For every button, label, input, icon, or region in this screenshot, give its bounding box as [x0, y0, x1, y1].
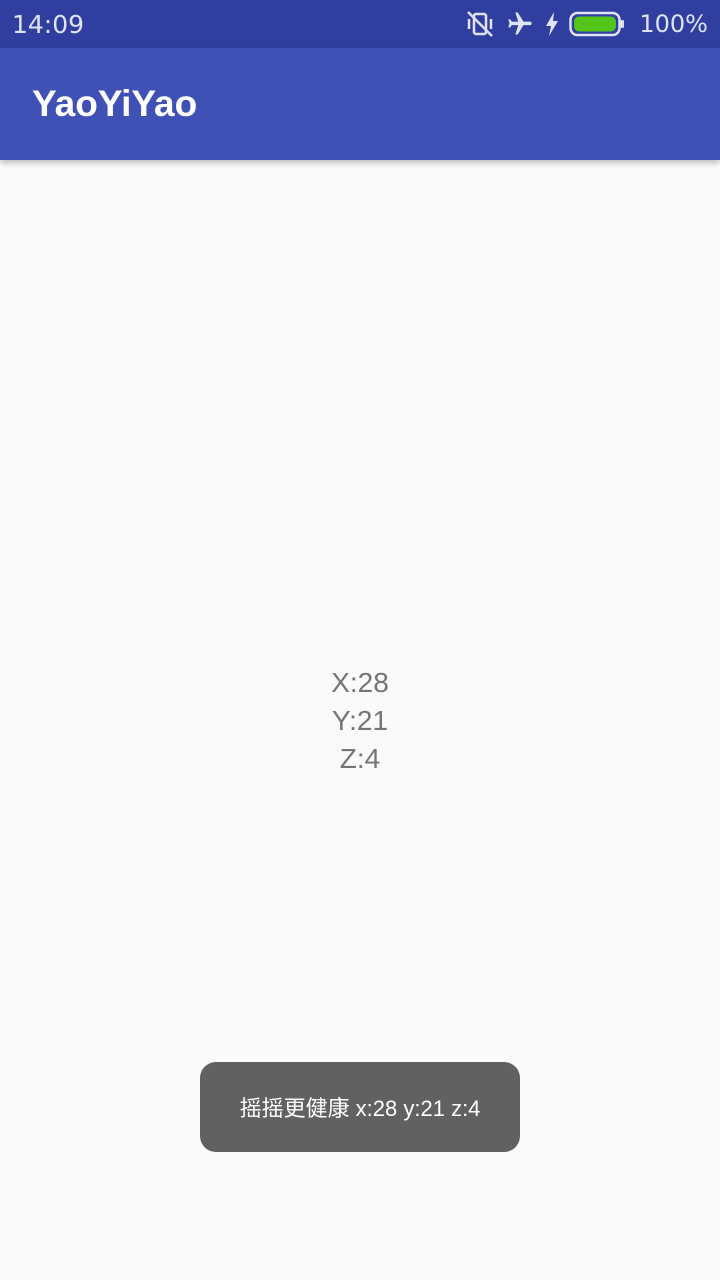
app-bar: YaoYiYao	[0, 48, 720, 160]
battery-icon	[569, 11, 625, 37]
status-icons: 100%	[465, 10, 708, 38]
toast-message: 摇摇更健康 x:28 y:21 z:4	[200, 1062, 520, 1152]
status-bar: 14:09 100%	[0, 0, 720, 48]
x-reading: X:28	[331, 667, 389, 698]
status-time: 14:09	[12, 9, 85, 39]
accelerometer-readings: X:28 Y:21 Z:4	[0, 664, 720, 778]
charging-bolt-icon	[545, 12, 559, 36]
airplane-mode-icon	[505, 10, 535, 38]
toast-text: 摇摇更健康 x:28 y:21 z:4	[239, 1096, 481, 1121]
app-title: YaoYiYao	[32, 83, 198, 124]
vibrate-icon	[465, 10, 495, 38]
z-reading: Z:4	[339, 743, 381, 774]
battery-percent: 100%	[639, 10, 708, 38]
y-reading: Y:21	[331, 705, 389, 736]
